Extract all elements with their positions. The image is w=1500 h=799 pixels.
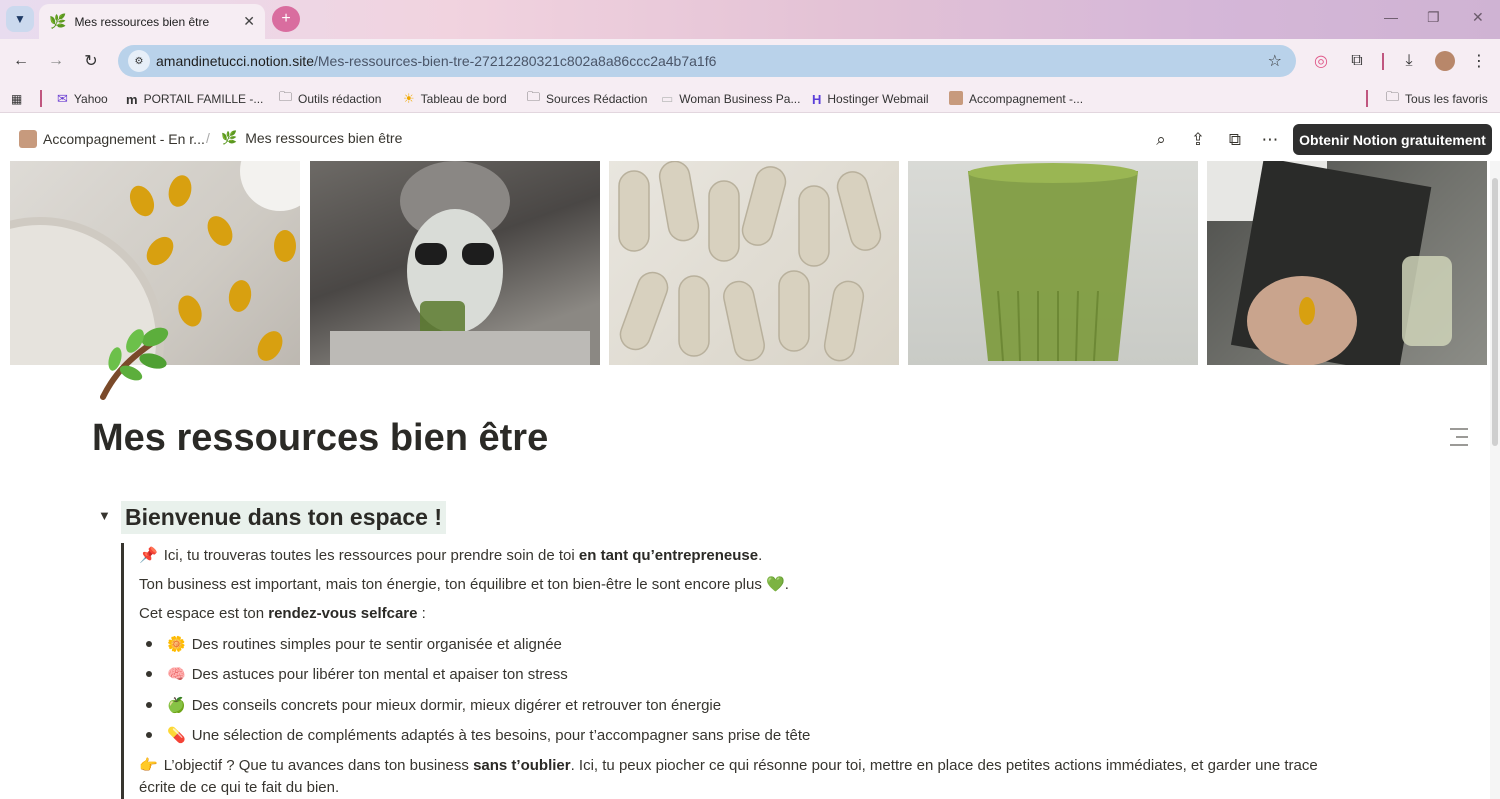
get-notion-free-button[interactable]: Obtenir Notion gratuitement (1293, 124, 1492, 155)
hostinger-icon: H (812, 91, 822, 107)
bullet-dot (146, 641, 152, 647)
green-heart-icon: 💚 (766, 576, 785, 593)
folder-icon: 🗀 (279, 89, 293, 104)
bullet-dot (146, 671, 152, 677)
sun-icon: ☀ (403, 91, 415, 106)
pointing-hand-icon: 👉 (139, 757, 158, 774)
back-arrow-icon[interactable]: ← (10, 50, 32, 72)
bullet-dot (146, 732, 152, 738)
leaf-favicon-icon: 🌿 (49, 13, 67, 29)
scrollbar-thumb[interactable] (1492, 178, 1498, 446)
profile-avatar[interactable] (1434, 50, 1456, 72)
bookmark-outils-redaction[interactable]: 🗀 Outils rédaction (279, 89, 381, 109)
apps-grid-icon[interactable]: ▦ (11, 89, 22, 109)
green-drink-illustration (968, 163, 1138, 362)
brain-icon: 🧠 (167, 666, 186, 683)
folder-icon: 🗀 (527, 89, 541, 104)
list-item: 💊 Une sélection de compléments adaptés à … (167, 727, 811, 744)
list-item: 🌼 Des routines simples pour te sentir org… (167, 636, 562, 653)
toggle-triangle-icon[interactable]: ▼ (98, 508, 111, 523)
m-logo-icon: m (126, 91, 138, 107)
avatar (19, 130, 37, 148)
green-apple-icon: 🍏 (167, 697, 186, 714)
bookmark-portail-famille[interactable]: m PORTAIL FAMILLE -... (126, 89, 263, 109)
notion-topbar: Accompagnement - En r... / 🌿 Mes ressour… (0, 119, 1500, 161)
bookmarks-divider (1366, 90, 1368, 107)
mail-icon: ✉ (57, 91, 68, 106)
selfcare-line: Cet espace est ton rendez-vous selfcare … (139, 605, 426, 622)
page-icon: ▭ (661, 91, 674, 106)
breadcrumb-current[interactable]: 🌿 Mes ressources bien être (221, 130, 402, 146)
bookmark-woman-business[interactable]: ▭ Woman Business Pa... (661, 89, 800, 109)
url-path: /Mes-ressources-bien-tre-27212280321c802… (314, 53, 717, 69)
bookmark-all-favorites[interactable]: 🗀 Tous les favoris (1386, 89, 1488, 109)
intro-line: 📌 Ici, tu trouveras toutes les ressources… (139, 547, 763, 564)
cover-image-book-capsule (1207, 161, 1487, 365)
address-bar[interactable]: ⚙ amandinetucci.notion.site /Mes-ressour… (118, 45, 1296, 77)
download-icon[interactable]: ⤓ (1398, 50, 1420, 72)
tab-title: Mes ressources bien être (74, 14, 210, 29)
pills-illustration (618, 161, 882, 362)
more-options-icon[interactable]: ⋯ (1259, 129, 1281, 151)
toolbar-divider (1382, 53, 1384, 70)
branch-page-icon[interactable] (95, 323, 171, 401)
chevron-down-icon: ▼ (14, 12, 26, 26)
plus-icon: + (281, 10, 291, 27)
bookmark-star-icon[interactable]: ☆ (1268, 51, 1282, 71)
lens-extension-icon[interactable]: ◎ (1310, 50, 1332, 72)
bookmark-tableau-de-bord[interactable]: ☀ Tableau de bord (403, 89, 507, 109)
list-item: 🧠 Des astuces pour libérer ton mental et … (167, 666, 568, 683)
leaf-icon: 🌿 (221, 130, 238, 145)
browser-toolbar: ← → ↻ ⚙ amandinetucci.notion.site /Mes-r… (0, 39, 1500, 84)
bookmark-sources-redaction[interactable]: 🗀 Sources Rédaction (527, 89, 647, 109)
extensions-puzzle-icon[interactable]: ⧉ (1346, 50, 1368, 72)
energy-line: Ton business est important, mais ton éne… (139, 576, 789, 593)
book-capsule-illustration (1207, 161, 1452, 365)
share-icon[interactable]: ⇪ (1187, 129, 1209, 151)
bookmark-accompagnement[interactable]: Accompagnement -... (949, 89, 1083, 109)
quote-bar (121, 543, 124, 799)
folder-icon: 🗀 (1386, 89, 1400, 104)
cover-image-face-mask (310, 161, 600, 365)
cover-image-green-drink (908, 161, 1198, 365)
reload-icon[interactable]: ↻ (80, 50, 102, 72)
tab-search-button[interactable]: ▼ (6, 6, 34, 32)
cover-image-pills (609, 161, 899, 365)
bookmark-yahoo[interactable]: ✉ Yahoo (57, 89, 108, 109)
duplicate-icon[interactable]: ⧉ (1224, 129, 1246, 151)
breadcrumb-parent[interactable]: Accompagnement - En r... (19, 130, 205, 148)
site-info-icon[interactable]: ⚙ (128, 50, 150, 72)
bookmark-hostinger[interactable]: H Hostinger Webmail (812, 89, 929, 109)
close-icon[interactable]: ✕ (243, 13, 255, 30)
menu-kebab-icon[interactable]: ⋮ (1468, 50, 1490, 72)
bullet-dot (146, 702, 152, 708)
window-close-icon[interactable]: ✕ (1472, 9, 1484, 26)
objective-line-2: écrite de ce qui te fait du bien. (139, 779, 340, 796)
toggle-heading[interactable]: Bienvenue dans ton espace ! (121, 501, 446, 534)
breadcrumb-separator: / (206, 130, 210, 146)
page-title: Mes ressources bien être (92, 417, 549, 459)
url-host: amandinetucci.notion.site (156, 53, 314, 69)
tab-strip: ▼ 🌿 Mes ressources bien être ✕ + — ❐ ✕ (0, 0, 1500, 39)
pushpin-icon: 📌 (139, 547, 158, 564)
list-item: 🍏 Des conseils concrets pour mieux dormir… (167, 697, 722, 714)
bookmarks-divider (40, 90, 42, 107)
restore-icon[interactable]: ❐ (1427, 9, 1440, 26)
avatar-icon (949, 90, 963, 108)
browser-tab[interactable]: 🌿 Mes ressources bien être ✕ (39, 4, 265, 39)
minimize-icon[interactable]: — (1384, 9, 1398, 25)
pill-icon: 💊 (167, 727, 186, 744)
face-mask-illustration (330, 161, 590, 365)
blossom-icon: 🌼 (167, 636, 186, 653)
table-of-contents-icon[interactable] (1450, 428, 1468, 448)
avatar (1435, 51, 1455, 71)
forward-arrow-icon[interactable]: → (45, 50, 67, 72)
new-tab-button[interactable]: + (272, 6, 300, 32)
search-icon[interactable]: ⌕ (1150, 129, 1172, 151)
objective-line: 👉 L’objectif ? Que tu avances dans ton bu… (139, 757, 1318, 774)
bookmarks-bar: ▦ ✉ Yahoo m PORTAIL FAMILLE -... 🗀 Outil… (0, 84, 1500, 113)
